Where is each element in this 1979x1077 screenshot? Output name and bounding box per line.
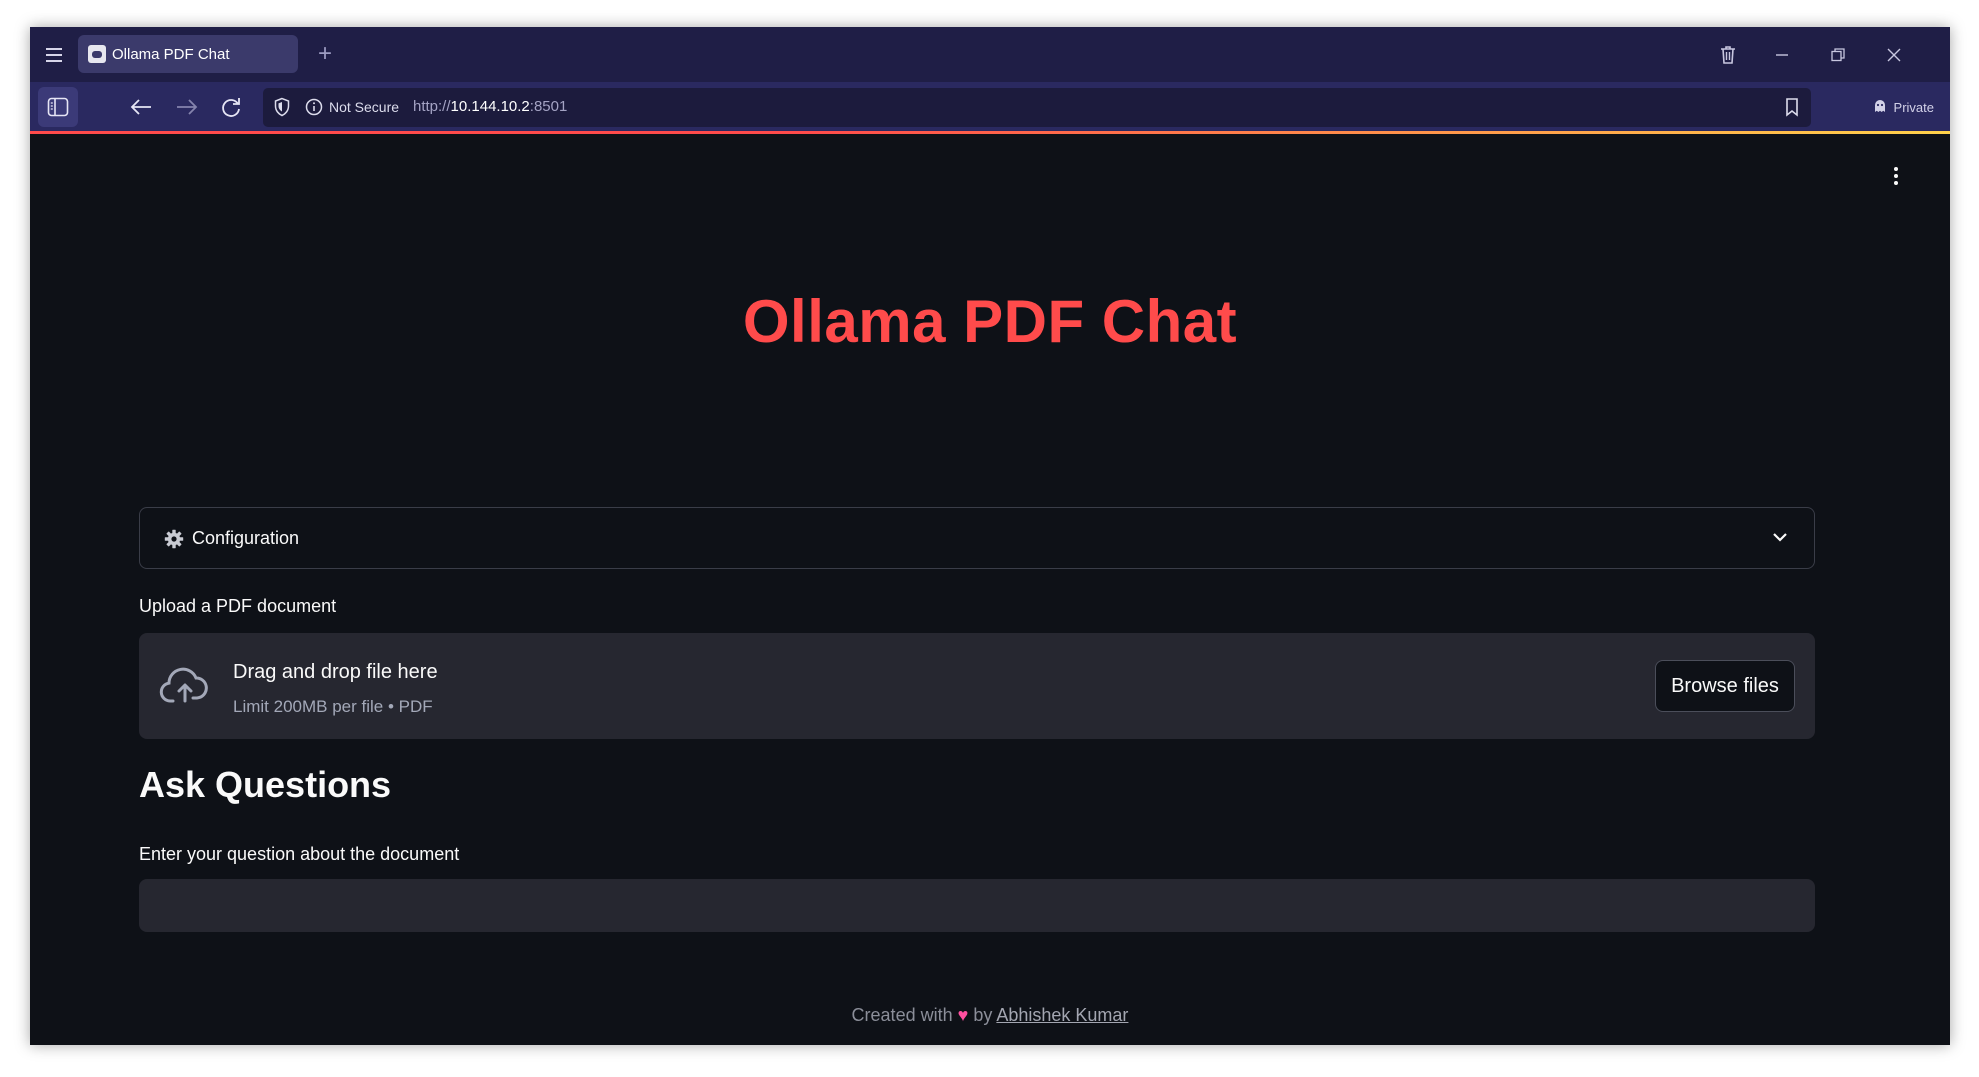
- address-bar[interactable]: Not Secure http://10.144.10.2:8501: [263, 88, 1811, 127]
- menu-icon[interactable]: [40, 41, 68, 69]
- heart-icon: ♥: [957, 1005, 969, 1025]
- configuration-expander[interactable]: Configuration: [139, 507, 1815, 569]
- private-badge[interactable]: Private: [1872, 98, 1934, 117]
- bookmark-icon[interactable]: [1785, 97, 1799, 122]
- browse-files-button[interactable]: Browse files: [1655, 660, 1795, 712]
- browser-window: Ollama PDF Chat + Not Secure http://10.1…: [30, 27, 1950, 1045]
- forward-icon[interactable]: [170, 90, 204, 124]
- app-favicon-icon: [88, 45, 106, 63]
- gear-icon: [164, 529, 184, 554]
- footer: Created with ♥ by Abhishek Kumar: [30, 1005, 1950, 1026]
- url-port: :8501: [529, 98, 568, 115]
- tab-ollama-pdf-chat[interactable]: Ollama PDF Chat: [78, 35, 298, 73]
- private-label: Private: [1893, 100, 1934, 115]
- trash-icon[interactable]: [1712, 39, 1744, 71]
- app-main: Ollama PDF Chat Configuration Upload a P…: [30, 134, 1950, 1045]
- dropzone-limit: Limit 200MB per file • PDF: [233, 697, 433, 716]
- info-icon[interactable]: [305, 98, 323, 121]
- footer-by: by: [973, 1005, 993, 1025]
- back-icon[interactable]: [124, 90, 158, 124]
- file-dropzone[interactable]: Drag and drop file here Limit 200MB per …: [139, 633, 1815, 739]
- restore-icon[interactable]: [1822, 39, 1854, 71]
- browser-toolbar: Not Secure http://10.144.10.2:8501 Priva…: [30, 82, 1950, 133]
- tab-title: Ollama PDF Chat: [112, 45, 230, 63]
- security-status: Not Secure: [329, 99, 400, 115]
- shield-icon[interactable]: [273, 97, 291, 122]
- tab-strip: Ollama PDF Chat +: [30, 27, 1950, 82]
- kebab-menu-icon[interactable]: [1886, 164, 1906, 188]
- chevron-down-icon[interactable]: [1772, 530, 1788, 548]
- page-title: Ollama PDF Chat: [742, 288, 1238, 355]
- new-tab-button[interactable]: +: [310, 39, 340, 69]
- url-text: http://10.144.10.2:8501: [413, 98, 567, 115]
- private-icon: [1872, 98, 1888, 117]
- reload-icon[interactable]: [214, 90, 248, 124]
- url-host: 10.144.10.2: [450, 98, 530, 115]
- upload-label: Upload a PDF document: [139, 596, 337, 616]
- question-label: Enter your question about the document: [139, 844, 460, 864]
- minimize-icon[interactable]: [1766, 39, 1798, 71]
- footer-prefix: Created with: [851, 1005, 953, 1025]
- dropzone-title: Drag and drop file here: [233, 661, 438, 683]
- cloud-upload-icon: [159, 667, 211, 710]
- question-input[interactable]: [139, 879, 1815, 932]
- configuration-label: Configuration: [192, 528, 300, 548]
- url-scheme: http://: [413, 98, 451, 115]
- close-icon[interactable]: [1878, 39, 1910, 71]
- author-link[interactable]: Abhishek Kumar: [996, 1005, 1128, 1025]
- sidebar-icon[interactable]: [38, 87, 78, 127]
- ask-questions-heading: Ask Questions: [139, 764, 392, 805]
